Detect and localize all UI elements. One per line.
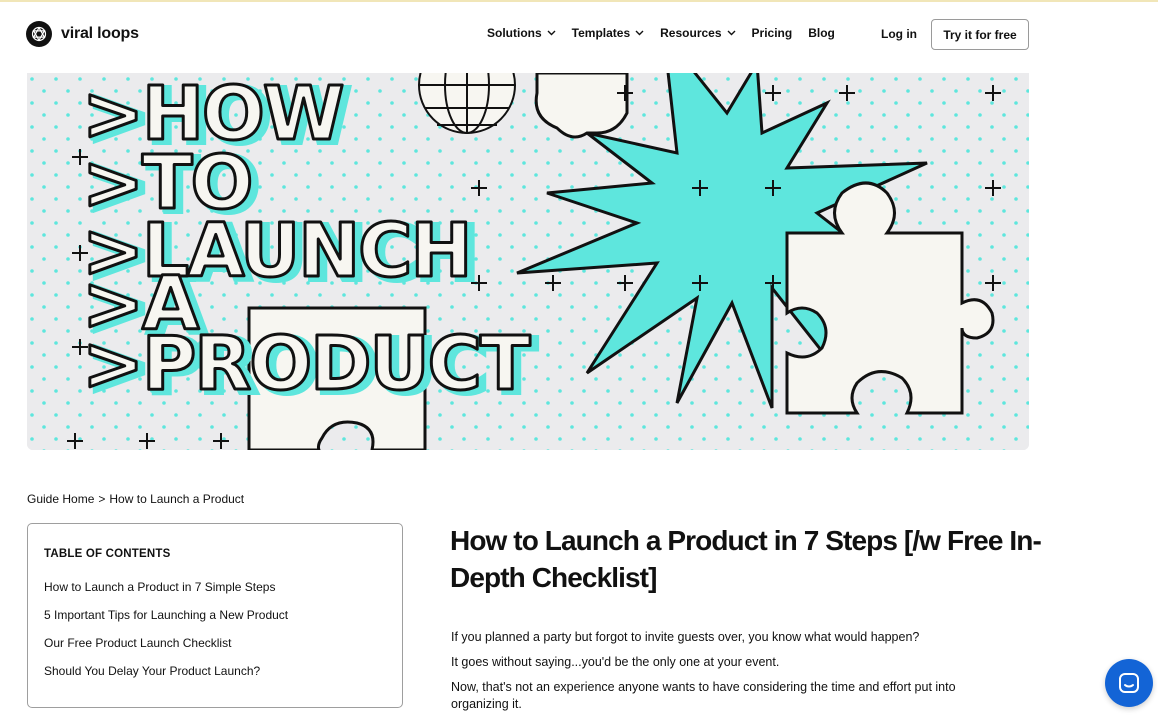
breadcrumb: Guide Home > How to Launch a Product	[27, 492, 244, 506]
nav-label: Resources	[660, 26, 722, 40]
chevron-down-icon	[635, 30, 644, 36]
breadcrumb-home-link[interactable]: Guide Home	[27, 492, 94, 506]
chevron-down-icon	[727, 30, 736, 36]
site-header: viral loops Solutions Templates Resource…	[0, 2, 1158, 64]
nav-solutions[interactable]: Solutions	[487, 26, 556, 40]
nav-resources[interactable]: Resources	[660, 26, 736, 40]
nav-label: Templates	[571, 26, 631, 40]
nav-templates[interactable]: Templates	[572, 26, 644, 40]
hero-line: >PRODUCT	[82, 321, 531, 407]
table-of-contents: TABLE OF CONTENTS How to Launch a Produc…	[27, 523, 403, 708]
logo-text: viral loops	[61, 25, 139, 42]
main-nav: Solutions Templates Resources Pricing Bl…	[487, 26, 851, 40]
breadcrumb-separator: >	[98, 492, 106, 506]
toc-title: TABLE OF CONTENTS	[44, 548, 171, 560]
chat-widget-button[interactable]	[1105, 659, 1153, 707]
hero-illustration: >HOW >TO >LAUNCH >A >PRODUCT >HOW >TO >L…	[27, 73, 1029, 450]
nav-label: Blog	[808, 26, 835, 40]
breadcrumb-current-link[interactable]: How to Launch a Product	[109, 492, 244, 506]
article-paragraph: It goes without saying...you'd be the on…	[451, 655, 780, 669]
viral-loops-logo-icon	[26, 21, 52, 47]
nav-label: Solutions	[487, 26, 542, 40]
logo[interactable]: viral loops	[26, 21, 139, 47]
toc-item[interactable]: Should You Delay Your Product Launch?	[44, 664, 386, 678]
nav-pricing[interactable]: Pricing	[752, 26, 793, 40]
nav-blog[interactable]: Blog	[808, 26, 835, 40]
toc-item[interactable]: Our Free Product Launch Checklist	[44, 636, 386, 650]
chevron-down-icon	[547, 30, 556, 36]
hero-banner: >HOW >TO >LAUNCH >A >PRODUCT >HOW >TO >L…	[27, 73, 1029, 450]
nav-label: Pricing	[751, 26, 793, 40]
article-title: How to Launch a Product in 7 Steps [/w F…	[450, 525, 1042, 593]
article-paragraph: If you planned a party but forgot to inv…	[451, 630, 920, 644]
toc-item[interactable]: 5 Important Tips for Launching a New Pro…	[44, 608, 386, 622]
chat-icon	[1119, 673, 1139, 693]
login-link[interactable]: Log in	[881, 27, 917, 41]
toc-item[interactable]: How to Launch a Product in 7 Simple Step…	[44, 580, 386, 594]
try-for-free-button[interactable]: Try it for free	[931, 19, 1029, 50]
article-paragraph: Now, that's not an experience anyone wan…	[451, 680, 956, 711]
